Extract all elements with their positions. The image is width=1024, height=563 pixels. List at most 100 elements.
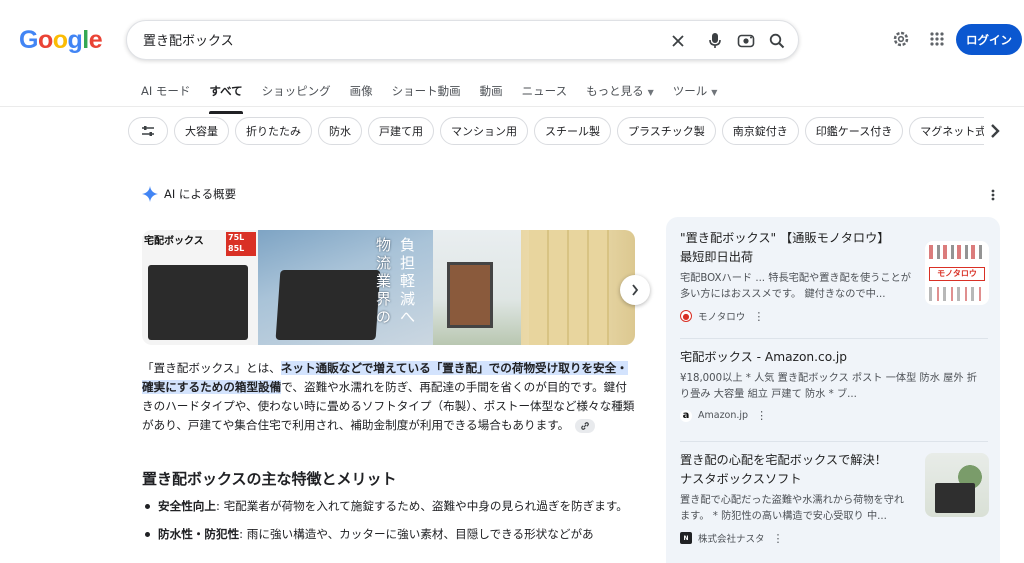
sliders-icon (142, 126, 154, 136)
google-logo[interactable]: Google (19, 26, 103, 55)
tab-shopping[interactable]: ショッピング (262, 83, 331, 105)
chip-foldable[interactable]: 折りたたみ (235, 117, 312, 145)
logo-letter: e (88, 26, 103, 54)
link-icon[interactable] (575, 418, 596, 433)
section-heading: 置き配ボックスの主な特徴とメリット (142, 470, 397, 488)
thumbnail-graphic (929, 245, 985, 259)
tab-images[interactable]: 画像 (350, 83, 373, 105)
tabs-divider (0, 106, 1024, 107)
chip-waterproof[interactable]: 防水 (318, 117, 362, 145)
chip-detached-house[interactable]: 戸建て用 (368, 117, 434, 145)
tab-news[interactable]: ニュース (522, 83, 567, 105)
amazon-favicon: a (680, 409, 692, 422)
search-box[interactable] (126, 20, 799, 60)
chevron-right-icon (632, 284, 639, 296)
source-snippet: ¥18,000以上 * 人気 置き配ボックス ポスト 一体型 防水 屋外 折り畳… (680, 373, 977, 400)
source-name: モノタロウ (698, 312, 746, 323)
source-title[interactable]: 宅配ボックス - Amazon.co.jp (680, 348, 980, 367)
image-caption: 宅配ボックス (144, 236, 204, 247)
product-image-2[interactable]: 物流業界の 負担軽減へ (258, 230, 433, 345)
list-item: 防水性・防犯性: 雨に強い構造や、カッターに強い素材、目隠しできる形状などがあ (142, 525, 637, 544)
apps-grid-icon[interactable] (926, 28, 948, 50)
list-item: 安全性向上: 宅配業者が荷物を入れて施錠するため、盗難や中身の見られ過ぎを防ぎま… (142, 497, 637, 516)
source-name: 株式会社ナスタ (698, 534, 765, 545)
source-title[interactable]: "置き配ボックス" 【通販モノタロウ】 最短即日出荷 (680, 229, 895, 267)
source-thumbnail[interactable] (925, 453, 989, 517)
chip-steel[interactable]: スチール製 (534, 117, 611, 145)
product-image-4[interactable] (521, 230, 635, 345)
chevron-down-icon: ▼ (647, 88, 654, 97)
tab-more-label: もっと見る (586, 84, 644, 98)
source-card-monotaro[interactable]: "置き配ボックス" 【通販モノタロウ】 最短即日出荷 宅配BOXハード ... … (680, 229, 989, 323)
divider (680, 338, 988, 339)
source-meta: ● モノタロウ ⋮ (680, 309, 988, 323)
image-overlay-text: 負担軽減へ (400, 236, 416, 326)
source-thumbnail[interactable]: モノタロウ (925, 241, 989, 305)
ai-image-strip: 宅配ボックス 75L 85L 物流業界の 負担軽減へ (142, 230, 635, 345)
more-vert-icon[interactable]: ⋮ (773, 532, 784, 545)
chip-large-capacity[interactable]: 大容量 (174, 117, 229, 145)
mic-icon[interactable] (704, 30, 726, 52)
feature-text: : 雨に強い構造や、カッターに強い素材、目隠しできる形状などがあ (239, 527, 594, 541)
logo-letter: o (37, 26, 53, 54)
source-snippet: 宅配BOXハード ... 特長宅配や置き配を使うことが多い方にはおススメです。 … (680, 273, 911, 300)
tab-more[interactable]: もっと見る ▼ (586, 83, 654, 105)
gemini-sparkle-icon (142, 186, 158, 202)
feature-list: 安全性向上: 宅配業者が荷物を入れて施錠するため、盗難や中身の見られ過ぎを防ぎま… (142, 497, 637, 553)
product-image-3[interactable] (433, 230, 521, 345)
paragraph-text: 「置き配ボックス」とは、 (142, 361, 281, 375)
ai-overview-paragraph: 「置き配ボックス」とは、ネット通販などで増えている「置き配」での荷物受け取りを安… (142, 359, 637, 435)
cabinet-graphic (447, 262, 493, 328)
thumbnail-graphic (935, 483, 975, 513)
clear-icon[interactable] (667, 30, 689, 52)
gear-icon[interactable] (890, 28, 912, 50)
login-button[interactable]: ログイン (956, 24, 1022, 55)
source-meta: a Amazon.jp ⋮ (680, 409, 988, 422)
source-card-nasta[interactable]: 置き配の心配を宅配ボックスで解決！ ナスタボックスソフト 置き配で心配だった盗難… (680, 451, 989, 545)
image-overlay-text: 物流業界の (376, 236, 392, 326)
lens-icon[interactable] (735, 30, 757, 52)
image-strip-next-button[interactable] (620, 275, 650, 305)
search-input[interactable] (143, 32, 663, 47)
feature-term: 安全性向上 (158, 499, 216, 513)
search-icon[interactable] (766, 30, 788, 52)
source-title[interactable]: 置き配の心配を宅配ボックスで解決！ ナスタボックスソフト (680, 451, 895, 489)
more-vert-icon[interactable]: ⋮ (753, 310, 764, 323)
source-name: Amazon.jp (698, 410, 749, 421)
product-image-1[interactable]: 宅配ボックス 75L 85L (142, 230, 258, 345)
ai-overview-header: AI による概要 (142, 186, 236, 202)
logo-letter: o (52, 26, 68, 54)
tab-tools[interactable]: ツール ▼ (673, 83, 718, 105)
chevron-down-icon: ▼ (711, 88, 718, 97)
sources-panel: "置き配ボックス" 【通販モノタロウ】 最短即日出荷 宅配BOXハード ... … (666, 217, 1000, 563)
more-vert-icon[interactable]: ⋮ (756, 409, 767, 422)
chip-apartment[interactable]: マンション用 (440, 117, 528, 145)
thumbnail-logo-text: モノタロウ (929, 267, 985, 281)
feature-text: : 宅配業者が荷物を入れて施錠するため、盗難や中身の見られ過ぎを防ぎます。 (215, 499, 628, 513)
logo-letter: g (67, 26, 83, 54)
source-snippet: 置き配で心配だった盗難や水濡れから荷物を守れます。 * 防犯性の高い構造で安心受… (680, 495, 905, 522)
tab-short-videos[interactable]: ショート動画 (392, 83, 461, 105)
chip-magnetic[interactable]: マグネット式 (909, 117, 984, 145)
tab-tools-label: ツール (672, 84, 708, 98)
logo-letter: G (19, 26, 38, 54)
tab-videos[interactable]: 動画 (480, 83, 503, 105)
tab-ai-mode[interactable]: AI モード (141, 83, 190, 105)
capacity-badge: 75L 85L (226, 232, 256, 256)
nasta-favicon: N (680, 532, 692, 544)
tab-all[interactable]: すべて (209, 83, 243, 114)
source-meta: N 株式会社ナスタ ⋮ (680, 531, 988, 545)
search-tabs: AI モード すべて ショッピング 画像 ショート動画 動画 ニュース もっと見… (141, 83, 736, 114)
chest-graphic (275, 270, 381, 340)
filter-settings-chip[interactable] (128, 117, 168, 145)
thumbnail-graphic (929, 287, 985, 301)
more-vert-icon[interactable] (987, 188, 999, 202)
chip-padlock[interactable]: 南京錠付き (721, 117, 799, 145)
chevron-right-icon[interactable] (985, 121, 1005, 141)
chip-seal-case[interactable]: 印鑑ケース付き (804, 117, 904, 145)
filter-chips: 大容量 折りたたみ 防水 戸建て用 マンション用 スチール製 プラスチック製 南… (128, 117, 984, 145)
box-graphic (148, 265, 248, 340)
source-card-amazon[interactable]: 宅配ボックス - Amazon.co.jp ¥18,000以上 * 人気 置き配… (680, 348, 988, 422)
door-graphic (529, 230, 609, 345)
chip-plastic[interactable]: プラスチック製 (617, 117, 716, 145)
